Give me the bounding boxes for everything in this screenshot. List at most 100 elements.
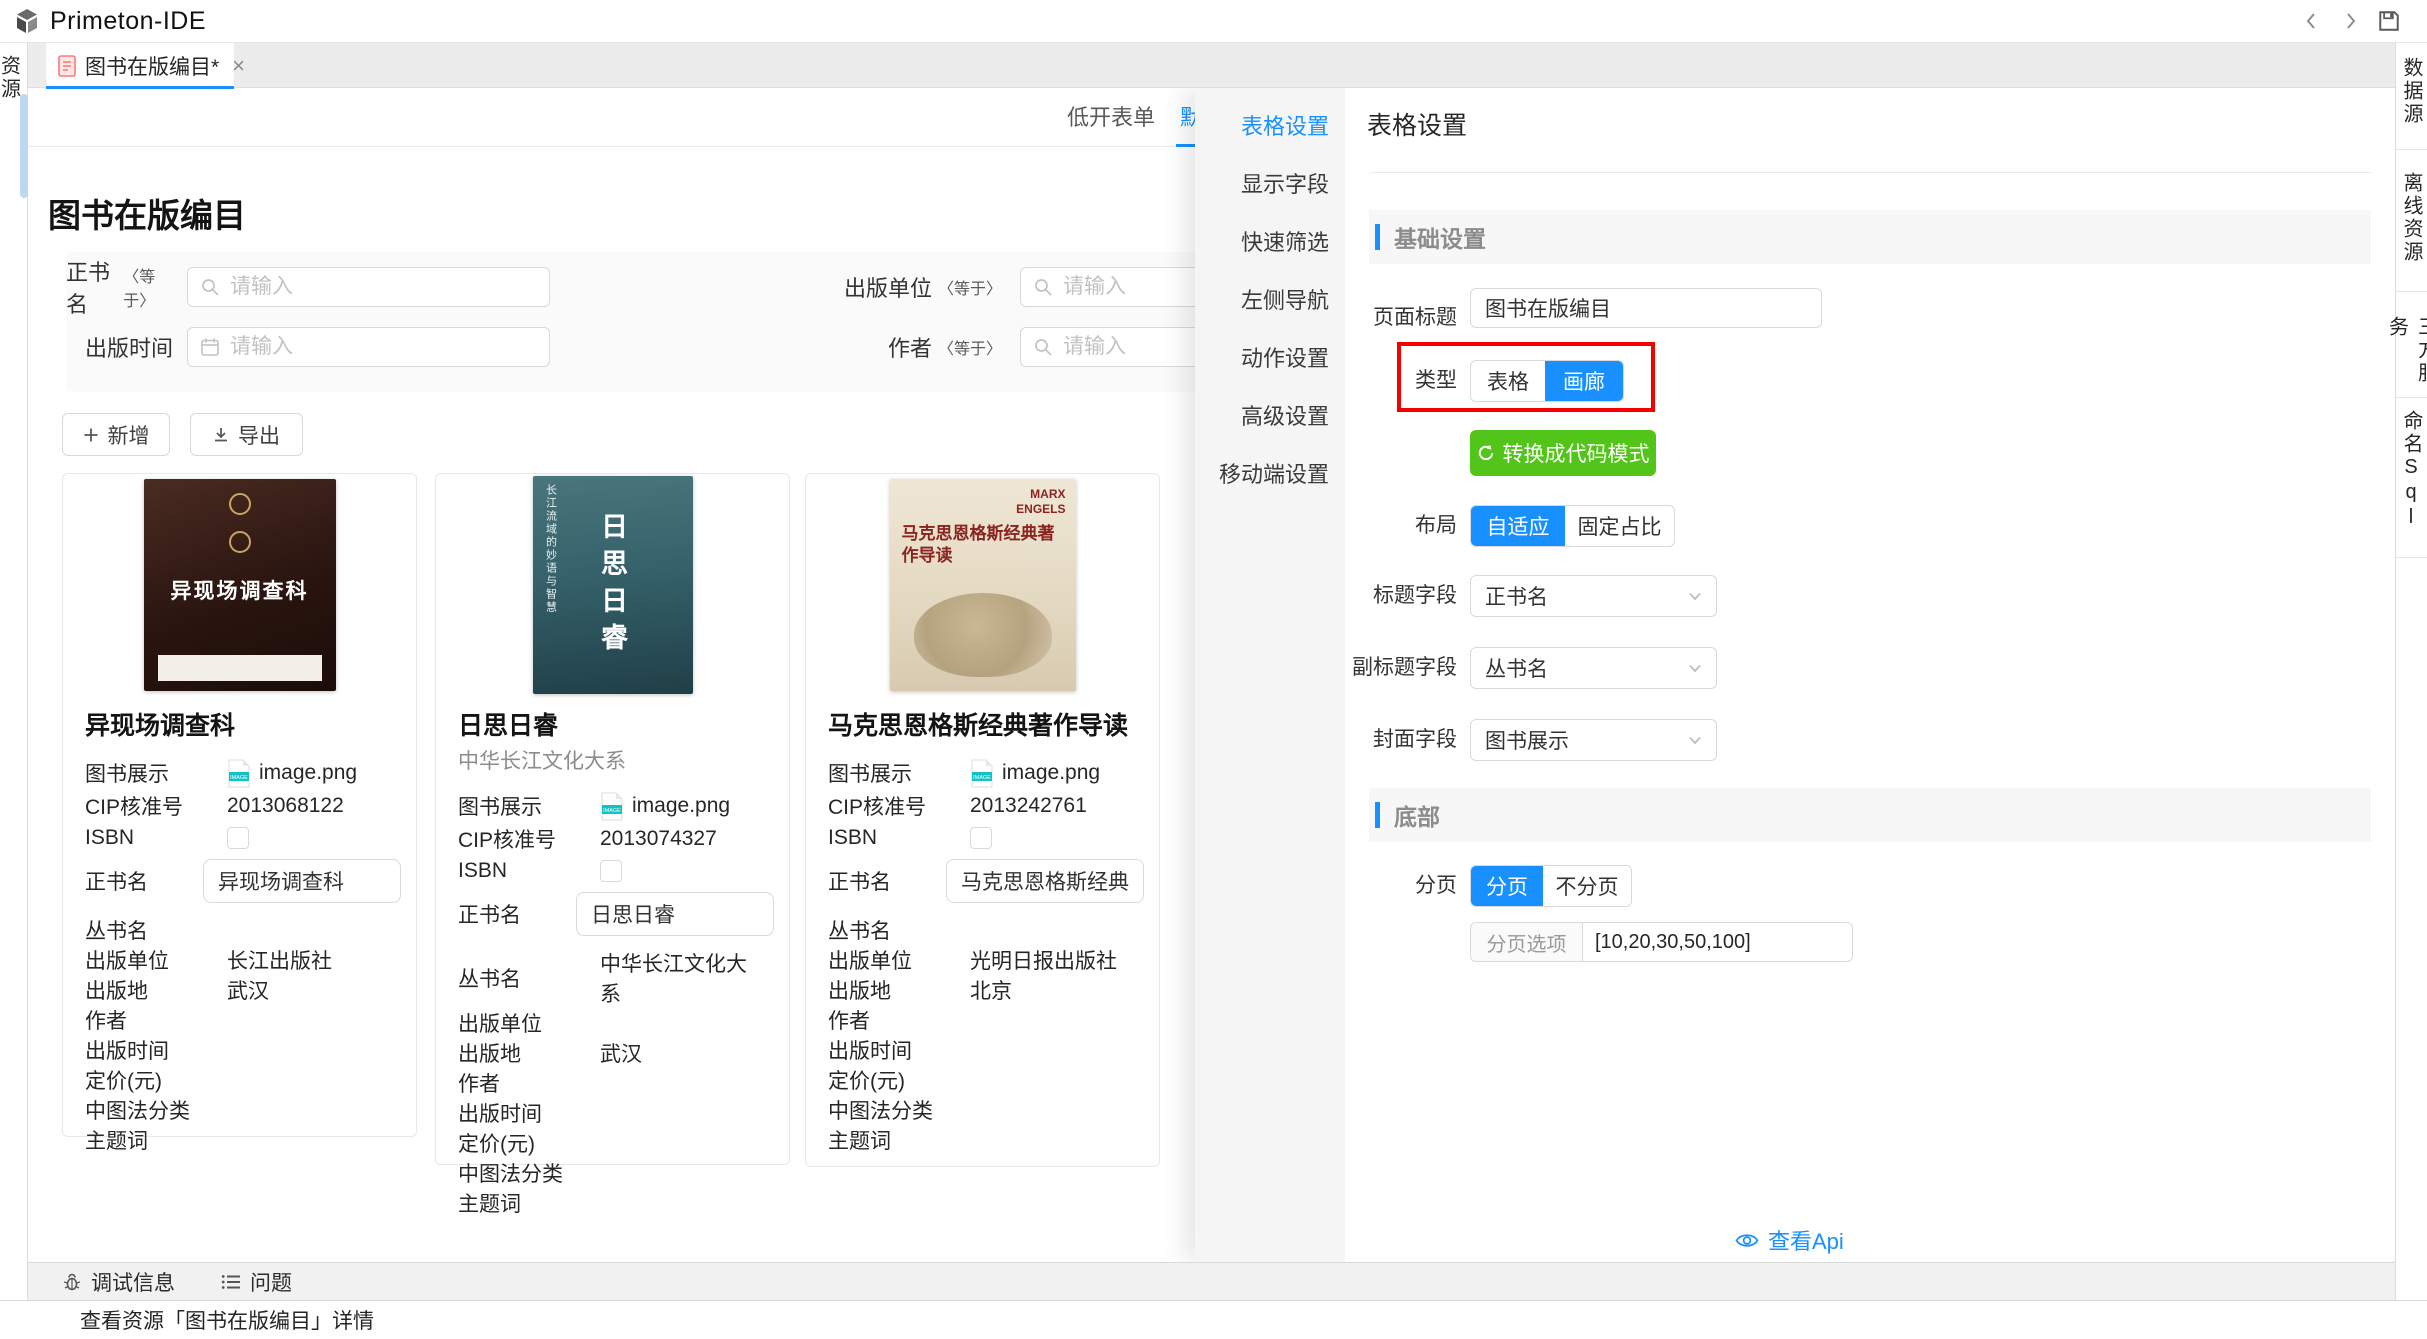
nav-mobile-settings[interactable]: 移动端设置: [1195, 444, 1345, 502]
layout-label: 布局: [1345, 505, 1457, 547]
field-row: 定价(元): [458, 1128, 767, 1158]
debug-info-button[interactable]: 调试信息: [62, 1267, 175, 1297]
title-field-select[interactable]: 正书名: [1470, 575, 1717, 617]
close-icon[interactable]: ×: [232, 55, 245, 77]
settings-drawer: 表格设置 显示字段 快速筛选 左侧导航 动作设置 高级设置 移动端设置 表格设置…: [1195, 88, 2395, 1262]
paging-option-on[interactable]: 分页: [1471, 866, 1543, 906]
field-row: CIP核准号2013068122: [85, 791, 394, 821]
nav-left-navigation[interactable]: 左侧导航: [1195, 270, 1345, 328]
editor-tab-book-catalog[interactable]: 图书在版编目* ×: [46, 43, 234, 88]
field-row: 出版时间: [828, 1035, 1137, 1065]
search-icon: [200, 277, 220, 297]
type-option-table[interactable]: 表格: [1471, 361, 1545, 401]
file-name: image.png: [1002, 761, 1100, 785]
subtitle-field-select[interactable]: 丛书名: [1470, 647, 1717, 689]
bookname-input[interactable]: [203, 859, 401, 903]
active-tab-underline: [46, 86, 234, 89]
convert-to-code-button[interactable]: 转换成代码模式: [1470, 430, 1656, 476]
image-file-icon: IMAGE: [970, 759, 994, 788]
file-attachment[interactable]: IMAGE image.png: [227, 759, 394, 788]
download-icon: [213, 427, 229, 443]
type-option-gallery[interactable]: 画廊: [1545, 361, 1623, 401]
book-cover: MARX ENGELS 马克思恩格斯经典著作导读: [828, 474, 1137, 696]
page-title-input[interactable]: [1470, 288, 1822, 328]
page-title-label: 页面标题: [1345, 298, 1457, 338]
svg-text:IMAGE: IMAGE: [603, 808, 621, 814]
field-row: 出版时间: [458, 1098, 767, 1128]
cover-field-select[interactable]: 图书展示: [1470, 719, 1717, 761]
tab-lowcode-form[interactable]: 低开表单: [1067, 88, 1155, 147]
subtitle-field-label: 副标题字段: [1345, 647, 1457, 689]
eye-icon: [1735, 1232, 1759, 1249]
file-attachment[interactable]: IMAGE image.png: [970, 759, 1137, 788]
field-row: 定价(元): [828, 1065, 1137, 1095]
field-row: 出版地北京: [828, 975, 1137, 1005]
field-row: 正书名: [85, 855, 394, 907]
field-row: 作者: [828, 1005, 1137, 1035]
chevron-down-icon: [1686, 659, 1704, 677]
title-field-label: 标题字段: [1345, 575, 1457, 617]
nav-quick-filter[interactable]: 快速筛选: [1195, 212, 1345, 270]
nav-display-fields[interactable]: 显示字段: [1195, 154, 1345, 212]
window-titlebar: Primeton-IDE: [0, 0, 2427, 43]
problems-button[interactable]: 问题: [221, 1267, 292, 1297]
field-row: 丛书名中华长江文化大系: [458, 948, 767, 1008]
app-title: Primeton-IDE: [50, 7, 206, 36]
field-row: 出版单位光明日报出版社: [828, 945, 1137, 975]
svg-text:IMAGE: IMAGE: [973, 775, 991, 781]
field-row: 主题词: [828, 1125, 1137, 1155]
debug-bar: 调试信息 问题: [28, 1262, 2427, 1300]
field-row: 定价(元): [85, 1065, 394, 1095]
gallery-card: 异现场调查科 异现场调查科 图书展示 IMAGE image.png CIP核准…: [62, 473, 417, 1137]
rail-item-datasource[interactable]: 数据源: [2396, 43, 2427, 150]
rail-item-offline-resources[interactable]: 离线资源: [2396, 150, 2427, 292]
calendar-icon: [200, 337, 220, 357]
isbn-checkbox[interactable]: [227, 827, 249, 849]
add-button[interactable]: 新增: [62, 413, 170, 456]
nav-back-button[interactable]: [2301, 10, 2323, 32]
isbn-checkbox[interactable]: [970, 827, 992, 849]
section-footer: 底部: [1369, 788, 2371, 842]
layout-segmented: 自适应 固定占比: [1470, 505, 1675, 547]
card-subtitle: 中华长江文化大系: [458, 745, 767, 775]
nav-action-settings[interactable]: 动作设置: [1195, 328, 1345, 386]
paging-segmented: 分页 不分页: [1470, 865, 1632, 907]
field-row: 作者: [458, 1068, 767, 1098]
file-attachment[interactable]: IMAGE image.png: [600, 792, 767, 821]
nav-forward-button[interactable]: [2339, 10, 2361, 32]
export-button[interactable]: 导出: [190, 413, 303, 456]
layout-option-adaptive[interactable]: 自适应: [1471, 506, 1565, 546]
type-label: 类型: [1345, 360, 1457, 402]
field-row: ISBN: [828, 821, 1137, 855]
paging-option-off[interactable]: 不分页: [1543, 866, 1631, 906]
field-row: 出版地武汉: [458, 1038, 767, 1068]
nav-table-settings[interactable]: 表格设置: [1195, 96, 1345, 154]
bookname-input[interactable]: [946, 859, 1144, 903]
status-bar: 查看资源「图书在版编目」详情: [0, 1300, 2427, 1339]
view-api-link[interactable]: 查看Api: [1735, 1224, 1844, 1256]
search-input-pubdate[interactable]: [187, 327, 550, 367]
search-input-bookname[interactable]: [187, 267, 550, 307]
field-row: 图书展示 IMAGE image.png: [458, 788, 767, 824]
save-icon[interactable]: [2377, 9, 2401, 33]
field-row: ISBN: [85, 821, 394, 855]
field-row: 图书展示 IMAGE image.png: [828, 755, 1137, 791]
field-row: 出版单位: [458, 1008, 767, 1038]
rail-item-named-sql[interactable]: 命名Sql: [2396, 398, 2427, 558]
search-label-author: 作者〈等于〉: [766, 327, 1002, 367]
layout-option-fixed[interactable]: 固定占比: [1565, 506, 1674, 546]
rail-item-third-party-services[interactable]: 三方服务: [2396, 292, 2427, 398]
bookname-input[interactable]: [576, 892, 774, 936]
page-size-options-addon: 分页选项: [1471, 923, 1583, 961]
field-row: CIP核准号2013242761: [828, 791, 1137, 821]
field-row: 丛书名: [828, 915, 1137, 945]
file-name: image.png: [632, 794, 730, 818]
nav-advanced-settings[interactable]: 高级设置: [1195, 386, 1345, 444]
page-size-options-input[interactable]: 分页选项 [10,20,30,50,100]: [1470, 922, 1853, 962]
left-rail-scroll-indicator: [20, 94, 28, 198]
chevron-down-icon: [1686, 731, 1704, 749]
isbn-checkbox[interactable]: [600, 860, 622, 882]
book-cover: 异现场调查科: [85, 474, 394, 696]
search-icon: [1033, 277, 1053, 297]
field-row: 主题词: [458, 1188, 767, 1218]
